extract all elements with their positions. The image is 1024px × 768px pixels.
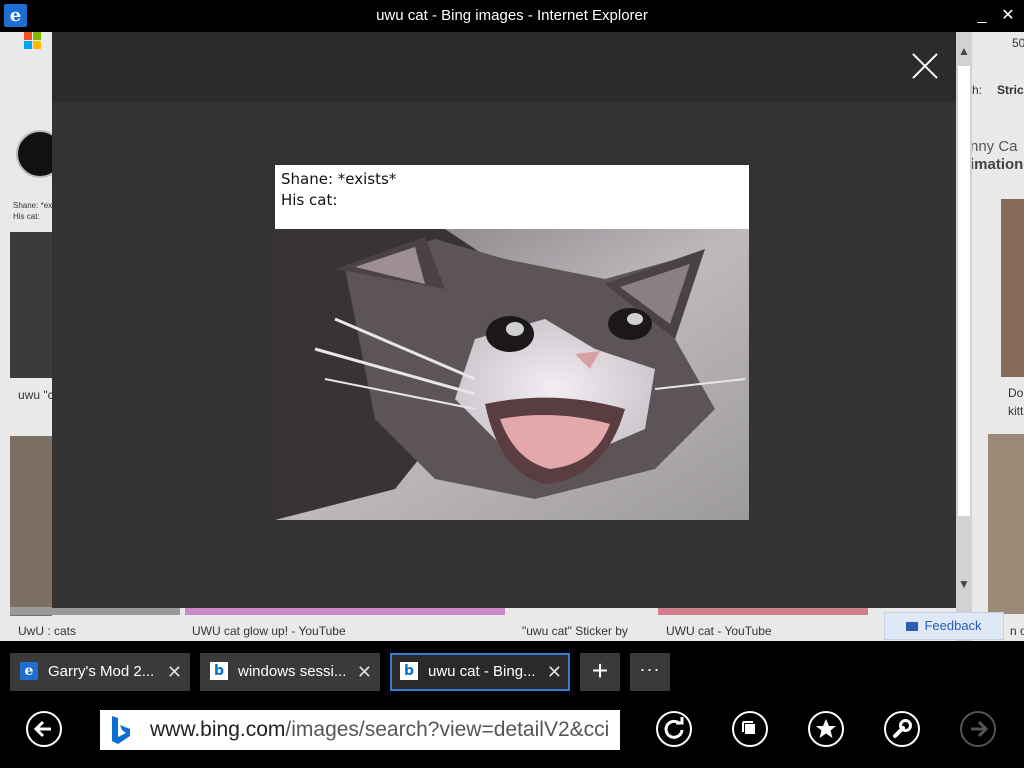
related-subtitle: imation [970, 156, 1024, 173]
url-domain: www.bing.com [150, 718, 286, 741]
related-title: nny Ca [970, 138, 1018, 155]
meme-caption: Shane: *exists* His cat: [281, 169, 396, 211]
meme-image[interactable]: Shane: *exists* His cat: [275, 165, 749, 520]
meme-caption-line-1: Shane: *exists* [281, 170, 397, 188]
tab-label: windows sessi... [238, 663, 347, 680]
crying-cat-photo [275, 229, 749, 520]
tab-label: Garry's Mod 2... [48, 663, 155, 680]
close-tab-icon[interactable]: ✕ [547, 655, 562, 689]
scroll-down-icon[interactable]: ▼ [956, 577, 972, 591]
close-tab-icon[interactable]: ✕ [167, 653, 182, 691]
tabs-icon [742, 721, 755, 734]
meme-caption-line-2: His cat: [281, 191, 338, 209]
navigation-bar: www.bing.com/images/search?view=detailV2… [0, 701, 1024, 768]
thumbnail-caption[interactable]: UwU : cats [18, 624, 76, 638]
close-tab-icon[interactable]: ✕ [357, 653, 372, 691]
modal-header [52, 32, 956, 102]
scrollbar-thumb[interactable] [958, 66, 970, 516]
thumbnail-strip [658, 607, 868, 615]
thumbnail-caption: n o [1010, 624, 1024, 638]
thumbnail-caption: Do [1008, 386, 1024, 400]
thumbnail-caption[interactable]: "uwu cat" Sticker by [522, 624, 628, 638]
forward-arrow-icon [971, 720, 989, 738]
address-bar[interactable]: www.bing.com/images/search?view=detailV2… [100, 710, 620, 750]
new-tab-button[interactable]: + [580, 653, 620, 691]
url-text[interactable]: www.bing.com/images/search?view=detailV2… [150, 710, 609, 750]
thumbnail-strip [185, 607, 505, 615]
tabs-button[interactable] [732, 711, 768, 747]
close-icon[interactable] [908, 49, 942, 83]
thumbnail-caption: uwu "c [18, 388, 54, 402]
forward-button[interactable] [960, 711, 996, 747]
star-icon [816, 719, 836, 738]
refresh-button[interactable] [656, 711, 692, 747]
tab-options-button[interactable]: ··· [630, 653, 670, 691]
thumb-small-text-1: Shane: *ex [13, 201, 53, 210]
wrench-icon [893, 719, 912, 738]
refresh-icon [664, 717, 684, 739]
minimize-button[interactable]: _ [972, 0, 992, 32]
bing-icon: b [210, 662, 228, 680]
header-right-text: 50 [1012, 36, 1024, 50]
page-tools-button[interactable] [884, 711, 920, 747]
image-thumbnail[interactable] [988, 434, 1024, 614]
tab-label: uwu cat - Bing... [428, 663, 536, 680]
thumbnail-caption: kitt [1008, 404, 1024, 418]
window-titlebar: e uwu cat - Bing images - Internet Explo… [0, 0, 1024, 32]
url-path: /images/search?view=detailV2&cci [285, 718, 610, 741]
tab-windows-session[interactable]: b windows sessi... ✕ [200, 653, 380, 691]
tab-strip: e Garry's Mod 2... ✕ b windows sessi... … [0, 641, 1024, 701]
image-thumbnail[interactable] [10, 436, 52, 616]
thumb-small-text-2: His cat: [13, 212, 40, 221]
tab-garrys-mod[interactable]: e Garry's Mod 2... ✕ [10, 653, 190, 691]
tab-uwu-cat[interactable]: b uwu cat - Bing... ✕ [390, 653, 570, 691]
image-thumbnail[interactable] [10, 232, 52, 378]
favorites-button[interactable] [808, 711, 844, 747]
thumbnail-strip [10, 607, 180, 615]
image-viewer-modal: Shane: *exists* His cat: [52, 32, 956, 608]
close-window-button[interactable]: ✕ [996, 0, 1020, 32]
ie-icon: e [20, 662, 38, 680]
feedback-label: Feedback [924, 618, 982, 633]
bing-icon [100, 710, 140, 750]
feedback-button[interactable]: Feedback [884, 612, 1004, 640]
thumbnail-caption[interactable]: UWU cat - YouTube [666, 624, 772, 638]
image-thumbnail[interactable] [1001, 199, 1024, 377]
header-right-text: h: [972, 83, 983, 97]
window-title: uwu cat - Bing images - Internet Explore… [376, 7, 648, 24]
bing-icon: b [400, 662, 418, 680]
back-arrow-icon [33, 720, 51, 738]
microsoft-logo-icon [24, 32, 42, 50]
thumbnail-caption[interactable]: UWU cat glow up! - YouTube [192, 624, 346, 638]
scroll-up-icon[interactable]: ▲ [956, 44, 972, 58]
feedback-icon [906, 622, 919, 632]
safe-search-label[interactable]: Stric [997, 83, 1024, 97]
back-button[interactable] [26, 711, 62, 747]
